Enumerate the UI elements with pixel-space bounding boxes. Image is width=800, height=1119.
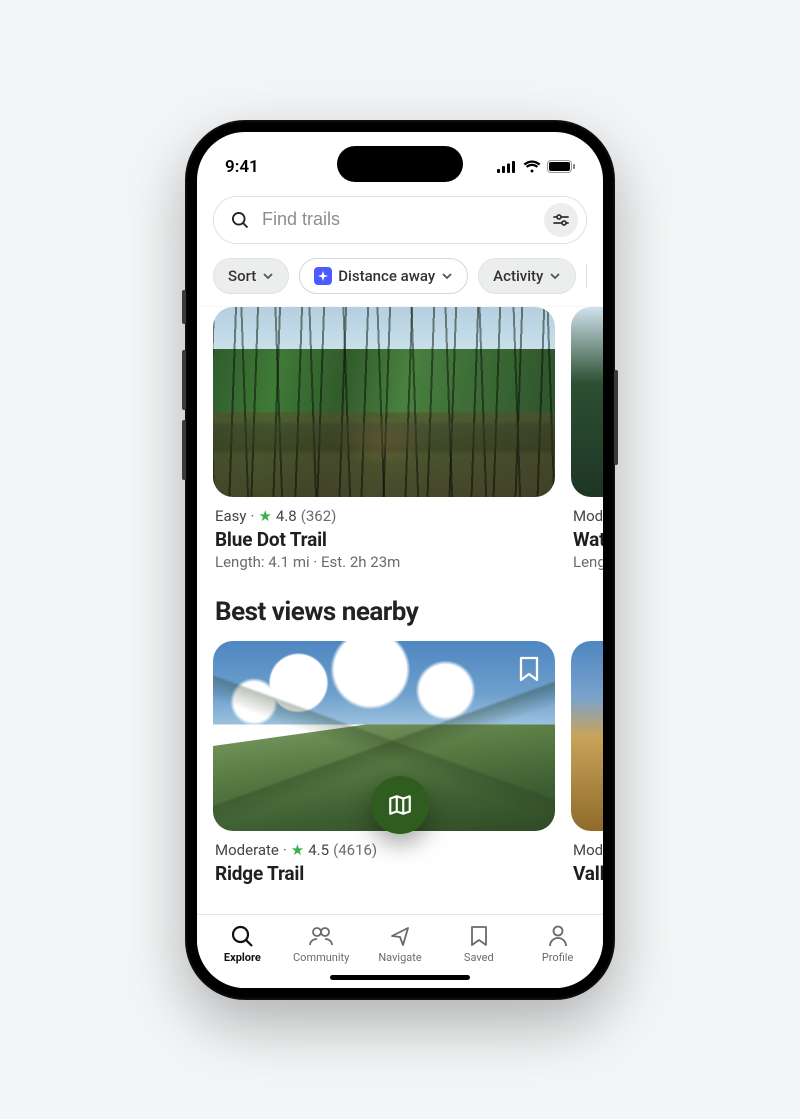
trail-title: Ridge Trail (215, 862, 553, 885)
est-label: Est. (321, 553, 346, 571)
trail-card-ridge[interactable]: Moderate · ★ 4.5 (4616) Ridge Trail (213, 641, 555, 887)
tab-community[interactable]: Community (282, 923, 361, 964)
tab-profile[interactable]: Profile (518, 923, 597, 964)
search-icon (230, 210, 250, 230)
trail-reviews: (4616) (333, 841, 377, 859)
chip-distance[interactable]: Distance away (299, 258, 468, 294)
phone-frame: 9:41 Sort (185, 120, 615, 1000)
tab-label: Explore (224, 951, 261, 964)
trail-card-blue-dot[interactable]: Easy · ★ 4.8 (362) Blue Dot Trail Length… (213, 307, 555, 571)
volume-up-button (182, 350, 186, 410)
tab-label: Navigate (378, 951, 421, 964)
content[interactable]: Easy · ★ 4.8 (362) Blue Dot Trail Length… (197, 307, 603, 914)
header: Sort Distance away Activity (197, 188, 603, 307)
chip-activity[interactable]: Activity (478, 258, 576, 294)
tab-label: Saved (464, 951, 494, 964)
trail-difficulty: Easy (215, 507, 247, 525)
tab-label: Profile (542, 951, 573, 964)
tab-label: Community (293, 951, 349, 964)
trail-reviews: (362) (301, 507, 337, 525)
volume-down-button (182, 420, 186, 480)
trail-card-peek[interactable]: Moder Wate Lengt (571, 307, 603, 571)
chip-activity-label: Activity (493, 267, 543, 285)
chevron-down-icon (549, 270, 561, 282)
wifi-icon (523, 160, 541, 173)
power-button (614, 370, 618, 465)
search-input[interactable] (260, 208, 534, 231)
side-button (182, 290, 186, 324)
tab-saved[interactable]: Saved (439, 923, 518, 964)
filter-chips: Sort Distance away Activity (213, 258, 587, 294)
battery-icon (547, 160, 575, 173)
trail-title: Valle (573, 862, 603, 885)
profile-icon (547, 924, 569, 948)
est-value: 2h 23m (350, 553, 400, 571)
trail-difficulty: Moderate (215, 841, 279, 859)
chip-distance-label: Distance away (338, 267, 435, 285)
trail-row: Moderate · ★ 4.5 (4616) Ridge Trail (213, 641, 603, 887)
star-icon: ★ (258, 507, 271, 525)
home-indicator[interactable] (330, 975, 470, 980)
trail-image (213, 307, 555, 497)
tab-explore[interactable]: Explore (203, 923, 282, 964)
length-label: Length: (215, 553, 265, 571)
chip-sort[interactable]: Sort (213, 258, 289, 294)
section-heading: Best views nearby (215, 597, 601, 627)
trail-rating: 4.8 (276, 507, 297, 525)
trail-row: Easy · ★ 4.8 (362) Blue Dot Trail Length… (213, 307, 603, 571)
length-value: 4.1 mi (268, 553, 309, 571)
chip-sort-label: Sort (228, 267, 256, 285)
sliders-icon (553, 213, 569, 227)
trail-title: Blue Dot Trail (215, 528, 553, 551)
ai-badge-icon (314, 267, 332, 285)
chip-more[interactable] (586, 258, 587, 294)
chevron-down-icon (441, 270, 453, 282)
explore-icon (230, 924, 254, 948)
status-time: 9:41 (225, 157, 259, 177)
trail-difficulty: Moder (573, 841, 603, 859)
trail-image (571, 307, 603, 497)
trail-sub: Lengt (573, 553, 603, 571)
trail-rating: 4.5 (308, 841, 329, 859)
trail-card-peek[interactable]: Moder Valle (571, 641, 603, 887)
map-button[interactable] (371, 776, 429, 834)
bookmark-icon[interactable] (517, 655, 541, 683)
map-icon (387, 792, 413, 818)
filter-button[interactable] (544, 203, 578, 237)
screen: 9:41 Sort (197, 132, 603, 988)
search-bar[interactable] (213, 196, 587, 244)
trail-difficulty: Moder (573, 507, 603, 525)
trail-image (571, 641, 603, 831)
chevron-down-icon (262, 270, 274, 282)
star-icon: ★ (291, 841, 304, 859)
cellular-icon (497, 161, 517, 173)
trail-title: Wate (573, 528, 603, 551)
tab-navigate[interactable]: Navigate (361, 923, 440, 964)
saved-icon (469, 924, 489, 948)
navigate-icon (388, 924, 412, 948)
dynamic-island (337, 146, 463, 182)
community-icon (308, 924, 334, 948)
